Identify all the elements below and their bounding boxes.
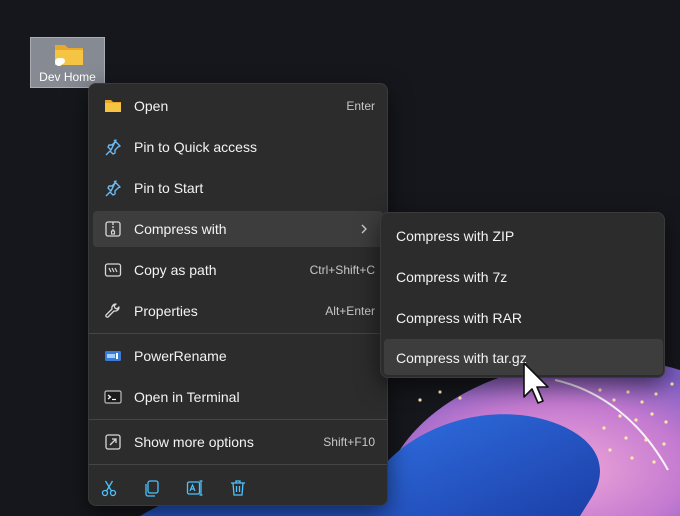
menu-item-shortcut: Alt+Enter [325,304,375,318]
submenu-item-label: Compress with RAR [396,310,523,326]
delete-icon [231,480,245,496]
desktop-item-dev-home[interactable]: Dev Home [30,37,105,88]
quick-actions-bar [89,470,387,504]
menu-item-label: Compress with [134,221,227,237]
menu-item-shortcut: Shift+F10 [323,435,375,449]
archive-icon [105,221,121,237]
menu-separator [89,333,387,334]
terminal-icon [104,390,122,404]
menu-item-open[interactable]: Open Enter [93,88,383,124]
submenu-item-rar[interactable]: Compress with RAR [384,299,663,335]
submenu-item-label: Compress with 7z [396,269,508,285]
menu-item-label: PowerRename [134,348,227,364]
menu-item-open-in-terminal[interactable]: Open in Terminal [93,379,383,415]
pin-icon [105,180,121,197]
menu-item-pin-quick-access[interactable]: Pin to Quick access [93,129,383,165]
mouse-cursor-icon [523,362,549,404]
menu-item-properties[interactable]: Properties Alt+Enter [93,293,383,329]
copy-button[interactable] [139,476,165,500]
cut-button[interactable] [96,476,122,500]
menu-separator [89,419,387,420]
menu-item-label: Copy as path [134,262,217,278]
menu-item-powerrename[interactable]: PowerRename [93,338,383,374]
rename-button[interactable] [182,476,208,500]
submenu-item-label: Compress with tar.gz [396,350,527,366]
folder-icon [105,100,121,112]
menu-item-label: Show more options [134,434,254,450]
menu-item-label: Open [134,98,169,114]
pin-icon [105,139,121,156]
chevron-right-icon [361,224,367,234]
context-menu: Open Enter Pin to Quick access Pin to St… [88,83,388,506]
menu-item-compress-with[interactable]: Compress with [93,211,383,247]
delete-button[interactable] [225,476,251,500]
compress-submenu: Compress with ZIP Compress with 7z Compr… [380,212,665,378]
copy-icon [145,480,159,497]
desktop-item-label: Dev Home [39,70,96,84]
menu-item-show-more-options[interactable]: Show more options Shift+F10 [93,424,383,460]
powerrename-icon [105,351,121,361]
expand-icon [105,434,121,450]
submenu-item-zip[interactable]: Compress with ZIP [384,217,663,253]
menu-item-label: Open in Terminal [134,389,240,405]
menu-item-shortcut: Ctrl+Shift+C [309,263,375,277]
folder-icon [55,45,83,66]
rename-icon [186,480,203,496]
menu-item-shortcut: Enter [346,99,375,113]
submenu-item-label: Compress with ZIP [396,228,515,244]
menu-separator [89,464,387,465]
menu-item-label: Properties [134,303,198,319]
menu-item-pin-to-start[interactable]: Pin to Start [93,170,383,206]
menu-item-label: Pin to Quick access [134,139,257,155]
submenu-item-7z[interactable]: Compress with 7z [384,258,663,294]
menu-item-label: Pin to Start [134,180,204,196]
wrench-icon [105,303,120,318]
cut-icon [101,480,117,497]
menu-item-copy-as-path[interactable]: Copy as path Ctrl+Shift+C [93,252,383,288]
copy-path-icon [104,263,122,277]
